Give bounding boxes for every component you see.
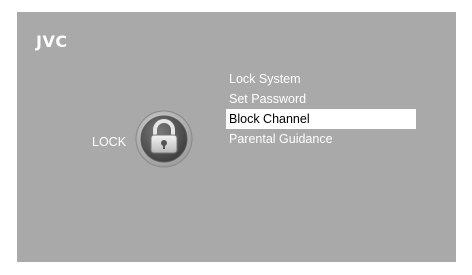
lock-category-label: LOCK xyxy=(92,135,127,149)
jvc-logo: JVC xyxy=(36,32,68,51)
menu-item-set-password[interactable]: Set Password xyxy=(226,89,416,109)
menu-item-lock-system[interactable]: Lock System xyxy=(226,69,416,89)
lock-menu: Lock System Set Password Block Channel P… xyxy=(226,69,416,149)
tv-menu-screen: JVC LOCK Lock System Set Password Block … xyxy=(17,12,456,262)
padlock-icon xyxy=(135,110,193,168)
menu-item-block-channel[interactable]: Block Channel xyxy=(226,109,416,129)
menu-item-parental-guidance[interactable]: Parental Guidance xyxy=(226,129,416,149)
